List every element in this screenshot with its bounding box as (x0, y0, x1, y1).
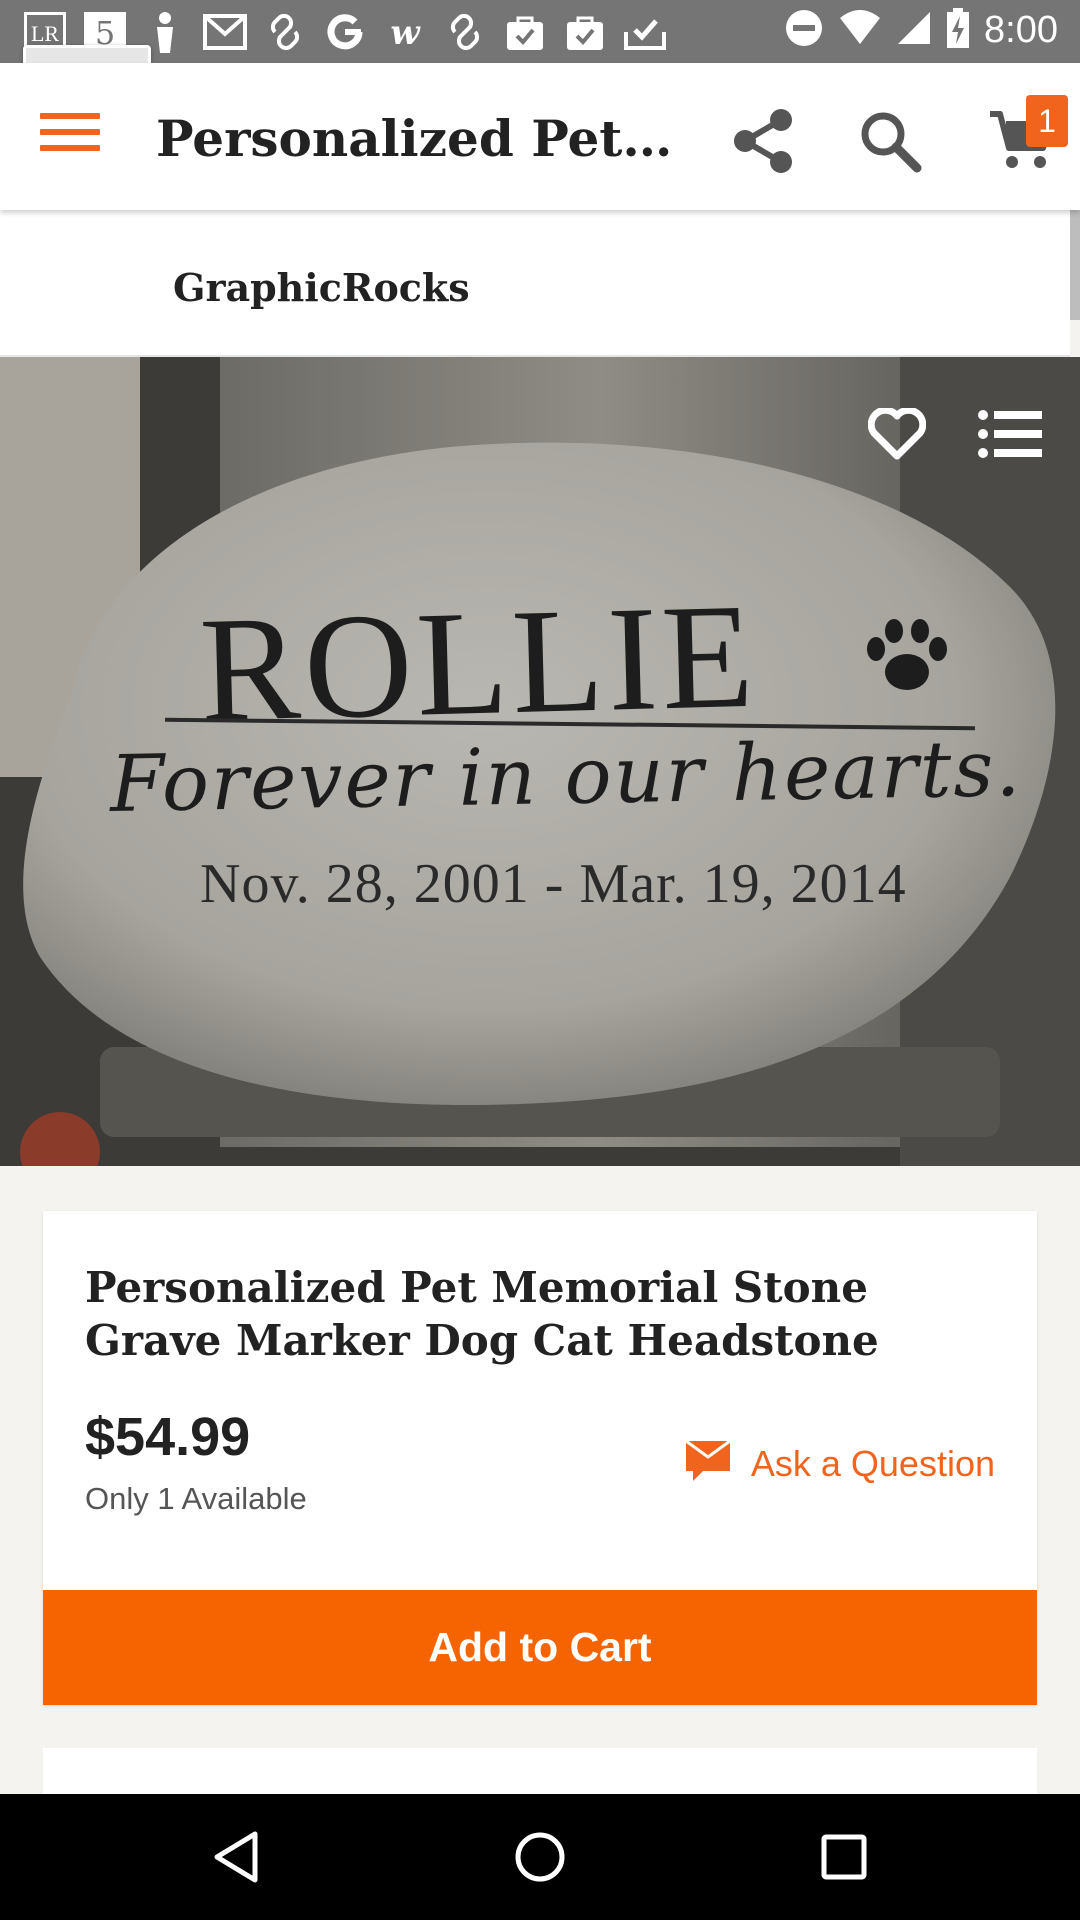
gmail-icon (202, 10, 248, 54)
home-icon[interactable] (500, 1820, 580, 1894)
do-not-disturb-icon (784, 8, 824, 53)
page-title: Personalized Pet Me… (156, 109, 676, 168)
product-title: Personalized Pet Memorial Stone Grave Ma… (85, 1263, 879, 1365)
shopping-bag-check-icon (502, 10, 548, 54)
cart-button[interactable]: 1 (976, 95, 1068, 181)
menu-icon[interactable] (40, 113, 100, 163)
engraving-phrase: Forever in our hearts. (109, 724, 1023, 830)
w-app-icon: w (382, 10, 428, 54)
clock: 8:00 (984, 9, 1058, 51)
paw-print-icon (862, 617, 952, 702)
next-section-card (43, 1748, 1037, 1794)
tray-check-icon (622, 10, 668, 54)
list-icon[interactable] (975, 399, 1045, 469)
stone-engraving: ROLLIE Forever in our hearts. Nov. 28, 2… (0, 357, 1080, 1166)
shop-header[interactable]: GraphicRocks (0, 210, 1070, 357)
link-icon (442, 10, 488, 54)
engraving-dates: Nov. 28, 2001 - Mar. 19, 2014 (200, 853, 907, 915)
scrollbar[interactable] (1070, 210, 1080, 320)
product-image[interactable]: ROLLIE Forever in our hearts. Nov. 28, 2… (0, 357, 1080, 1166)
engraving-name: ROLLIE (197, 572, 760, 754)
google-icon (322, 10, 368, 54)
link-icon (262, 10, 308, 54)
shopping-bag-check-icon (562, 10, 608, 54)
favorite-heart-icon[interactable] (862, 399, 932, 469)
app-bar: Personalized Pet Me… 1 (0, 63, 1080, 210)
add-to-cart-button[interactable]: Add to Cart (43, 1590, 1037, 1705)
availability-text: Only 1 Available (85, 1481, 307, 1516)
system-icons: 8:00 (784, 8, 1058, 53)
mail-icon (684, 1437, 731, 1490)
status-bar: LR 5 w 8:00 (0, 0, 1080, 63)
battery-charging-icon (946, 8, 970, 53)
recents-icon[interactable] (804, 1820, 884, 1894)
ask-question-button[interactable]: Ask a Question (684, 1437, 995, 1490)
signal-icon (896, 10, 932, 51)
product-details-card: Personalized Pet Memorial Stone Grave Ma… (43, 1211, 1037, 1705)
system-navigation-bar (0, 1794, 1080, 1920)
ask-question-label: Ask a Question (750, 1442, 995, 1484)
cart-count-badge: 1 (1026, 95, 1068, 147)
search-icon[interactable] (850, 101, 930, 181)
wifi-icon (838, 10, 882, 51)
product-price: $54.99 (85, 1407, 251, 1467)
share-icon[interactable] (724, 101, 804, 181)
svg-text:w: w (390, 13, 421, 52)
svg-text:LR: LR (31, 21, 59, 46)
shop-name[interactable]: GraphicRocks (173, 265, 470, 310)
back-icon[interactable] (196, 1820, 276, 1894)
